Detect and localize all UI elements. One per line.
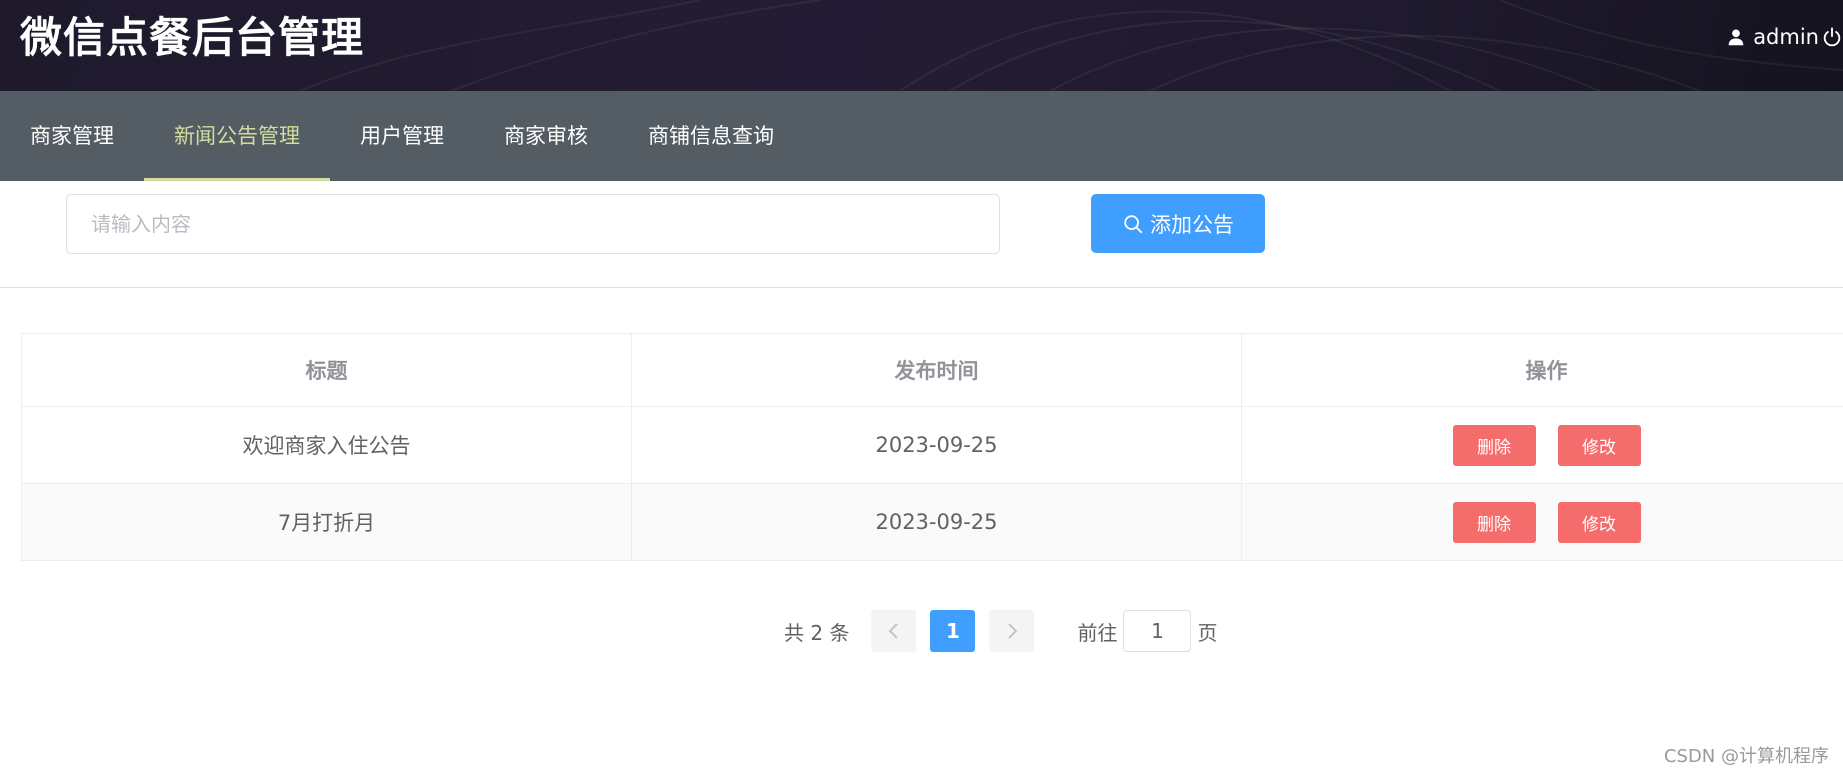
cell-title: 欢迎商家入住公告 <box>22 407 632 484</box>
add-announcement-button[interactable]: 添加公告 <box>1091 194 1265 253</box>
table-row: 欢迎商家入住公告 2023-09-25 删除 修改 <box>22 407 1843 484</box>
chevron-right-icon <box>1008 623 1018 639</box>
main-nav: 商家管理 新闻公告管理 用户管理 商家审核 商铺信息查询 <box>0 91 1843 181</box>
username: admin <box>1753 25 1819 49</box>
divider <box>0 287 1843 288</box>
cell-actions: 删除 修改 <box>1242 484 1843 561</box>
pagination-total: 共 2 条 <box>784 620 850 645</box>
prev-page-button[interactable] <box>871 610 917 652</box>
table-row: 7月打折月 2023-09-25 删除 修改 <box>22 484 1843 561</box>
user-icon <box>1728 29 1744 46</box>
next-page-button[interactable] <box>989 610 1035 652</box>
page-number-current[interactable]: 1 <box>930 610 976 652</box>
announcement-table: 标题 发布时间 操作 欢迎商家入住公告 2023-09-25 删除 修改 7月打… <box>21 333 1843 561</box>
search-icon <box>1124 214 1143 233</box>
app-header: 微信点餐后台管理 admin <box>0 0 1843 91</box>
user-menu[interactable]: admin <box>1725 22 1843 52</box>
nav-item-merchant-review[interactable]: 商家审核 <box>474 91 618 181</box>
column-header-actions: 操作 <box>1242 334 1843 407</box>
edit-button[interactable]: 修改 <box>1557 501 1641 543</box>
watermark: CSDN @计算机程序 <box>1663 746 1829 767</box>
power-icon[interactable] <box>1821 26 1843 48</box>
add-announcement-label: 添加公告 <box>1150 212 1234 237</box>
cell-actions: 删除 修改 <box>1242 407 1843 484</box>
cell-date: 2023-09-25 <box>632 484 1242 561</box>
app-title: 微信点餐后台管理 <box>20 13 365 62</box>
delete-button[interactable]: 删除 <box>1452 424 1536 466</box>
edit-button[interactable]: 修改 <box>1557 424 1641 466</box>
nav-item-user-management[interactable]: 用户管理 <box>330 91 474 181</box>
goto-label: 前往 <box>1077 620 1118 645</box>
chevron-left-icon <box>888 623 898 639</box>
column-header-title: 标题 <box>22 334 632 407</box>
search-input[interactable] <box>66 194 1000 254</box>
pagination: 共 2 条 1 前往 页 <box>784 610 1217 652</box>
delete-button[interactable]: 删除 <box>1452 501 1536 543</box>
nav-item-shop-info-query[interactable]: 商铺信息查询 <box>618 91 804 181</box>
cell-date: 2023-09-25 <box>632 407 1242 484</box>
page-suffix: 页 <box>1197 620 1218 645</box>
cell-title: 7月打折月 <box>22 484 632 561</box>
table-header-row: 标题 发布时间 操作 <box>22 334 1843 407</box>
column-header-date: 发布时间 <box>632 334 1242 407</box>
nav-item-news-announcement[interactable]: 新闻公告管理 <box>144 91 330 181</box>
goto-page-input[interactable] <box>1123 610 1192 652</box>
nav-item-merchant-management[interactable]: 商家管理 <box>0 91 144 181</box>
